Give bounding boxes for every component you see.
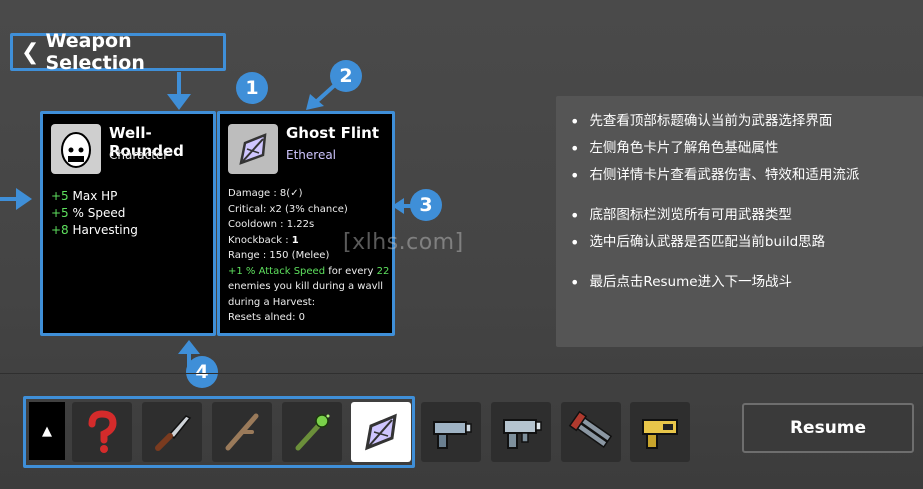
badge-1: 1 — [236, 72, 268, 104]
weapon-damage: Damage : 8(✓) — [228, 188, 303, 199]
arrow-title-to-card-icon — [167, 72, 191, 110]
stat-row: +5 % Speed — [51, 206, 126, 220]
weapon-slot-minigun[interactable] — [561, 402, 621, 462]
ghost-flint-icon — [228, 124, 278, 174]
character-type: Character — [109, 148, 169, 162]
stat-row: +8 Harvesting — [51, 223, 138, 237]
tip-item: 右侧详情卡片查看武器伤害、特效和适用流派 — [570, 162, 911, 189]
tip-item: 先查看顶部标题确认当前为武器选择界面 — [570, 108, 911, 135]
scroll-up-icon: ▲ — [42, 423, 52, 439]
pistol-icon — [433, 421, 472, 449]
tip-item: 选中后确认武器是否匹配当前build思路 — [570, 229, 911, 256]
weapon-slot-random[interactable] — [72, 402, 132, 462]
weapon-slot-ghost-flint[interactable] — [351, 402, 411, 462]
taser-icon — [642, 419, 678, 449]
weapon-type: Ethereal — [286, 148, 337, 162]
arrow-left-edge-icon — [0, 188, 32, 210]
resume-button[interactable]: Resume — [742, 403, 914, 453]
weapon-name: Ghost Flint — [286, 124, 379, 142]
stat-row: +5 Max HP — [51, 189, 118, 203]
green-wand-icon — [295, 414, 330, 451]
weapon-effect: +1 % Attack Speed for every 22 enemies y… — [228, 265, 390, 308]
stick-icon — [225, 413, 259, 451]
weapon-slot-knife[interactable] — [142, 402, 202, 462]
page-title-box[interactable]: ❮ Weapon Selection — [10, 30, 226, 74]
weapon-slot-pistol[interactable] — [421, 402, 481, 462]
tip-item: 左侧角色卡片了解角色基础属性 — [570, 135, 911, 162]
question-mark-icon — [88, 410, 117, 453]
ghost-flint-icon — [365, 413, 397, 451]
weapon-slot-stick[interactable] — [212, 402, 272, 462]
character-egg-icon — [51, 124, 101, 174]
weapon-critical: Critical: x2 (3% chance) — [228, 203, 348, 215]
badge-4: 4 — [186, 356, 218, 388]
back-chevron-icon[interactable]: ❮ — [21, 40, 39, 65]
weapon-slot-wand[interactable] — [282, 402, 342, 462]
tips-panel: 先查看顶部标题确认当前为武器选择界面 左侧角色卡片了解角色基础属性 右侧详情卡片… — [556, 96, 923, 347]
character-stats: +5 Max HP +5 % Speed +8 Harvesting — [51, 188, 138, 239]
weapon-detail-card: Ghost Flint Ethereal Damage : 8(✓) Criti… — [217, 111, 395, 336]
arrow-badge2-icon — [306, 82, 338, 110]
page-title: Weapon Selection — [45, 30, 145, 74]
tip-item: 最后点击Resume进入下一场战斗 — [570, 269, 911, 296]
knife-icon — [155, 415, 192, 451]
scroll-up-button[interactable]: ▲ — [29, 402, 65, 460]
watermark: [xlhs.com] — [343, 230, 464, 255]
smg-icon — [503, 419, 542, 449]
bottom-divider — [0, 373, 923, 374]
weapon-stats: Damage : 8(✓) Critical: x2 (3% chance) C… — [228, 186, 393, 326]
badge-3: 3 — [410, 189, 442, 221]
character-card: Well-Rounded Character +5 Max HP +5 % Sp… — [40, 111, 216, 336]
minigun-icon — [568, 410, 613, 449]
tip-item: 底部图标栏浏览所有可用武器类型 — [570, 202, 911, 229]
weapon-resets: Resets alned: 0 — [228, 312, 305, 323]
weapon-slot-smg[interactable] — [491, 402, 551, 462]
weapon-slot-taser[interactable] — [630, 402, 690, 462]
